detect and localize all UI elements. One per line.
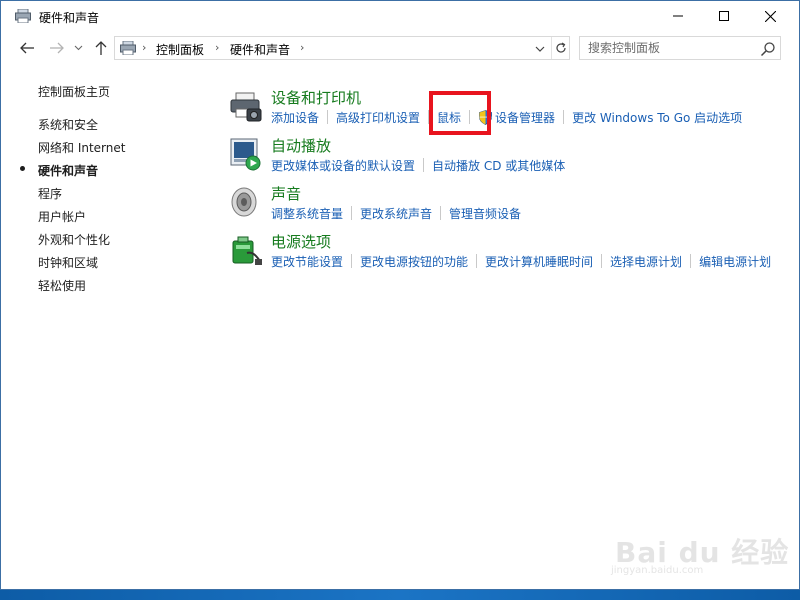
autoplay-icon [230,138,261,171]
link-edit-power-plan[interactable]: 编辑电源计划 [699,253,771,272]
search-icon[interactable] [760,41,776,57]
link-power-button-function[interactable]: 更改电源按钮的功能 [360,253,468,272]
category-title-sound[interactable]: 声音 [271,183,301,204]
speaker-icon [231,187,257,217]
link-sleep-time[interactable]: 更改计算机睡眠时间 [485,253,593,272]
breadcrumb-separator-icon[interactable]: › [142,41,146,54]
link-separator [423,158,425,172]
refresh-button[interactable] [551,37,570,59]
control-panel-icon [120,41,136,55]
link-adjust-volume[interactable]: 调整系统音量 [271,205,343,224]
link-advanced-printer-setup[interactable]: 高级打印机设置 [336,109,420,128]
category-title-power-options[interactable]: 电源选项 [271,231,331,252]
category-title-autoplay[interactable]: 自动播放 [271,135,331,156]
link-separator [440,206,442,220]
breadcrumb-control-panel[interactable]: 控制面板 [156,41,204,58]
current-item-bullet [20,166,25,171]
breadcrumb-separator-icon[interactable]: › [215,41,219,54]
link-separator [601,254,603,268]
link-choose-power-plan[interactable]: 选择电源计划 [610,253,682,272]
sidebar-item-network-internet[interactable]: 网络和 Internet [38,139,125,156]
arrow-right-icon [50,42,64,54]
up-button[interactable] [91,37,111,59]
highlight-annotation-box [429,91,491,135]
control-panel-icon [15,9,31,23]
power-options-icon [232,236,262,265]
back-button[interactable] [17,37,37,59]
sidebar-item-ease-of-access[interactable]: 轻松使用 [38,277,86,294]
recent-locations-button[interactable] [71,37,85,59]
category-links: 更改节能设置 更改电源按钮的功能 更改计算机睡眠时间 选择电源计划 编辑电源计划 [271,253,791,272]
breadcrumb-hardware-sound[interactable]: 硬件和声音 [230,41,290,58]
forward-button[interactable] [47,37,67,59]
category-links: 调整系统音量 更改系统声音 管理音频设备 [271,205,791,224]
close-icon [764,10,776,22]
sidebar-item-programs[interactable]: 程序 [38,185,62,202]
maximize-icon [719,11,729,21]
refresh-icon [556,42,566,53]
category-title-devices-printers[interactable]: 设备和打印机 [271,87,361,108]
sidebar-item-clock-region[interactable]: 时钟和区域 [38,254,98,271]
search-input[interactable] [580,37,756,59]
control-panel-window: 硬件和声音 › 控制面板 › 硬件和声音 › 搜索控制面板 控制面板主页 系统和… [0,0,800,590]
navigation-bar: › 控制面板 › 硬件和声音 › [1,35,799,61]
baidu-watermark: Bai du 经验 jingyan.baidu.com [611,513,788,583]
link-device-manager[interactable]: 设备管理器 [495,109,555,128]
arrow-up-icon [95,41,107,55]
link-separator [327,110,329,124]
link-change-media-defaults[interactable]: 更改媒体或设备的默认设置 [271,157,415,176]
link-separator [690,254,692,268]
sidebar-item-appearance[interactable]: 外观和个性化 [38,231,110,248]
minimize-button[interactable] [655,1,701,31]
maximize-button[interactable] [701,1,747,31]
link-change-power-saving[interactable]: 更改节能设置 [271,253,343,272]
sidebar-item-hardware-sound[interactable]: 硬件和声音 [38,162,98,179]
link-separator [351,254,353,268]
link-change-system-sounds[interactable]: 更改系统声音 [360,205,432,224]
sidebar-item-system-security[interactable]: 系统和安全 [38,116,98,133]
link-manage-audio-devices[interactable]: 管理音频设备 [449,205,521,224]
chevron-down-icon [74,45,82,51]
close-button[interactable] [747,1,793,31]
printer-icon [230,92,262,122]
link-add-device[interactable]: 添加设备 [271,109,319,128]
sidebar-item-control-panel-home[interactable]: 控制面板主页 [38,83,110,100]
link-separator [351,206,353,220]
watermark-url: jingyan.baidu.com [611,565,704,576]
breadcrumb-separator-icon[interactable]: › [300,41,304,54]
chevron-down-icon[interactable] [533,42,547,56]
address-bar[interactable]: › 控制面板 › 硬件和声音 › [114,36,570,60]
link-separator [476,254,478,268]
category-links: 添加设备 高级打印机设置 鼠标 设备管理器 更改 Windows To Go 启动选项 [271,109,791,128]
title-bar[interactable]: 硬件和声音 [1,1,799,31]
link-autoplay-cd[interactable]: 自动播放 CD 或其他媒体 [432,157,565,176]
sidebar-item-user-accounts[interactable]: 用户帐户 [38,208,86,225]
arrow-left-icon [20,42,34,54]
link-windows-to-go[interactable]: 更改 Windows To Go 启动选项 [572,109,742,128]
minimize-icon [673,15,683,17]
search-box[interactable] [579,36,781,60]
window-title: 硬件和声音 [39,11,100,25]
category-links: 更改媒体或设备的默认设置 自动播放 CD 或其他媒体 [271,157,791,176]
link-separator [563,110,565,124]
